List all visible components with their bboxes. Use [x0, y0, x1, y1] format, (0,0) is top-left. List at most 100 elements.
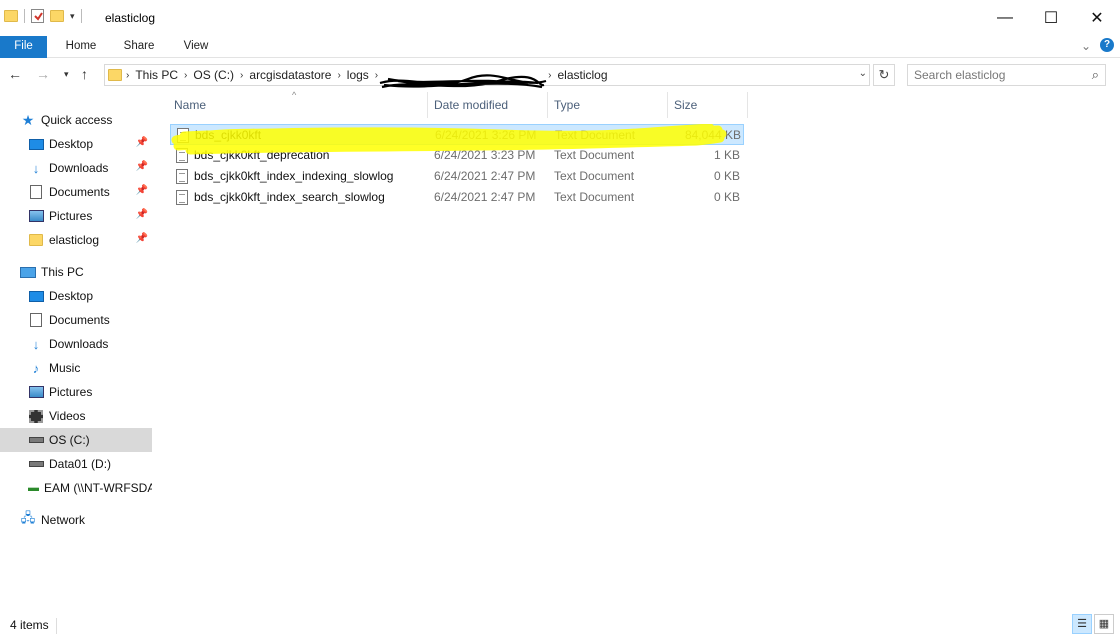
- search-box[interactable]: ⌕: [907, 64, 1106, 86]
- pin-icon[interactable]: 📌: [136, 161, 148, 172]
- nav-label: Quick access: [41, 113, 113, 127]
- nav-this-pc[interactable]: This PC: [20, 260, 152, 284]
- nav-pc-desktop[interactable]: Desktop: [28, 284, 152, 308]
- file-type: Text Document: [554, 148, 635, 162]
- nav-qa-downloads[interactable]: ↓ Downloads 📌: [28, 156, 152, 180]
- file-row[interactable]: bds_cjkk0kft_deprecation 6/24/2021 3:23 …: [170, 145, 744, 166]
- pin-icon[interactable]: 📌: [136, 209, 148, 220]
- nav-qa-documents[interactable]: Documents 📌: [28, 180, 152, 204]
- text-file-icon: [177, 128, 189, 143]
- pictures-icon: [28, 386, 44, 398]
- status-divider: [56, 618, 57, 634]
- back-arrow-icon[interactable]: ←: [8, 66, 22, 82]
- item-count: 4 items: [10, 618, 49, 632]
- file-size: 0 KB: [713, 169, 740, 183]
- file-name: bds_cjkk0kft: [195, 128, 262, 142]
- nav-pc-documents[interactable]: Documents: [28, 308, 152, 332]
- file-date: 6/24/2021 3:23 PM: [434, 148, 536, 162]
- search-icon[interactable]: ⌕: [1092, 67, 1099, 83]
- close-button[interactable]: ✕: [1074, 0, 1120, 36]
- column-header-type[interactable]: Type: [548, 92, 668, 118]
- minimize-button[interactable]: —: [982, 0, 1028, 36]
- nav-pc-videos[interactable]: Videos: [28, 404, 152, 428]
- file-type: Text Document: [555, 128, 636, 142]
- file-date: 6/24/2021 3:26 PM: [435, 128, 537, 142]
- breadcrumb-arcgisdatastore[interactable]: arcgisdatastore: [243, 68, 337, 82]
- drive-icon: [28, 461, 44, 467]
- nav-label: Desktop: [49, 137, 94, 151]
- nav-qa-elasticlog[interactable]: elasticlog 📌: [28, 228, 152, 252]
- nav-pc-pictures[interactable]: Pictures: [28, 380, 152, 404]
- address-dropdown-icon[interactable]: ⌄: [859, 68, 867, 79]
- network-drive-icon: ▬: [28, 482, 39, 494]
- nav-label: Data01 (D:): [49, 457, 112, 471]
- up-arrow-icon[interactable]: ↑: [81, 66, 88, 82]
- computer-icon: [20, 266, 36, 278]
- quick-access-toolbar: ▾: [4, 9, 82, 23]
- tab-share[interactable]: Share: [115, 36, 163, 58]
- nav-pc-eam-share[interactable]: ▬ EAM (\\NT-WRFSDA: [28, 476, 152, 500]
- text-file-icon: [176, 169, 188, 184]
- drive-icon: [28, 437, 44, 443]
- search-input[interactable]: [914, 65, 1084, 85]
- star-icon: ★: [21, 111, 35, 128]
- file-row[interactable]: bds_cjkk0kft 6/24/2021 3:26 PM Text Docu…: [170, 124, 744, 145]
- file-name: bds_cjkk0kft_index_search_slowlog: [194, 190, 385, 204]
- toolbar-divider: [24, 9, 25, 23]
- pin-icon[interactable]: 📌: [136, 137, 148, 148]
- breadcrumb-elasticlog[interactable]: elasticlog: [551, 68, 613, 82]
- nav-qa-pictures[interactable]: Pictures 📌: [28, 204, 152, 228]
- address-bar[interactable]: › This PC › OS (C:) › arcgisdatastore › …: [104, 64, 870, 89]
- download-arrow-icon: ↓: [32, 160, 40, 176]
- maximize-button[interactable]: ☐: [1028, 0, 1074, 36]
- breadcrumb-os-c[interactable]: OS (C:): [187, 68, 240, 82]
- toolbar-divider: [80, 9, 82, 23]
- nav-qa-desktop[interactable]: Desktop 📌: [28, 132, 152, 156]
- window-title: elasticlog: [105, 11, 156, 25]
- breadcrumb-logs[interactable]: logs: [341, 68, 375, 82]
- recent-locations-icon[interactable]: ▾: [64, 69, 69, 80]
- refresh-button[interactable]: ↻: [873, 64, 895, 86]
- file-row[interactable]: bds_cjkk0kft_index_indexing_slowlog 6/24…: [170, 166, 744, 187]
- file-name: bds_cjkk0kft_index_indexing_slowlog: [194, 169, 394, 183]
- large-icons-view-icon[interactable]: ▦: [1094, 614, 1114, 634]
- column-header-date[interactable]: Date modified: [428, 92, 548, 118]
- tab-home[interactable]: Home: [57, 36, 105, 58]
- desktop-icon: [28, 290, 44, 302]
- help-icon[interactable]: ?: [1100, 38, 1114, 52]
- customize-toolbar-icon[interactable]: ▾: [70, 11, 75, 22]
- tab-view[interactable]: View: [172, 36, 220, 58]
- nav-label: Pictures: [49, 385, 93, 399]
- network-icon: 🖧: [20, 510, 36, 525]
- pin-icon[interactable]: 📌: [136, 185, 148, 196]
- folder-icon: [108, 69, 122, 81]
- nav-network[interactable]: 🖧 Network: [20, 508, 152, 532]
- new-folder-icon[interactable]: [50, 10, 64, 22]
- details-view-icon[interactable]: ☰: [1072, 614, 1092, 634]
- file-row[interactable]: bds_cjkk0kft_index_search_slowlog 6/24/2…: [170, 187, 744, 208]
- file-date: 6/24/2021 2:47 PM: [434, 190, 536, 204]
- properties-icon[interactable]: [31, 9, 44, 23]
- expand-ribbon-icon[interactable]: ⌄: [1081, 39, 1091, 53]
- nav-pc-data01[interactable]: Data01 (D:): [28, 452, 152, 476]
- desktop-icon: [28, 138, 44, 150]
- nav-pc-downloads[interactable]: ↓ Downloads: [28, 332, 152, 356]
- video-icon: [29, 409, 43, 423]
- pin-icon[interactable]: 📌: [136, 233, 148, 244]
- pictures-icon: [28, 210, 44, 222]
- tab-file[interactable]: File: [0, 36, 47, 58]
- nav-pc-music[interactable]: ♪ Music: [28, 356, 152, 380]
- column-header-size[interactable]: Size: [668, 92, 748, 118]
- forward-arrow-icon[interactable]: →: [36, 66, 50, 82]
- ribbon-tabs: File Home Share View ⌄ ?: [0, 36, 1120, 58]
- nav-label: Videos: [49, 409, 86, 423]
- breadcrumb-this-pc[interactable]: This PC: [129, 68, 184, 82]
- nav-quick-access[interactable]: ★ Quick access: [20, 108, 172, 132]
- nav-label: Downloads: [49, 161, 109, 175]
- file-type: Text Document: [554, 190, 635, 204]
- column-header-name[interactable]: Name: [168, 92, 428, 118]
- nav-label: Pictures: [49, 209, 93, 223]
- nav-label: OS (C:): [49, 433, 90, 447]
- nav-pc-os-c[interactable]: OS (C:): [0, 428, 152, 452]
- folder-icon: [4, 10, 18, 22]
